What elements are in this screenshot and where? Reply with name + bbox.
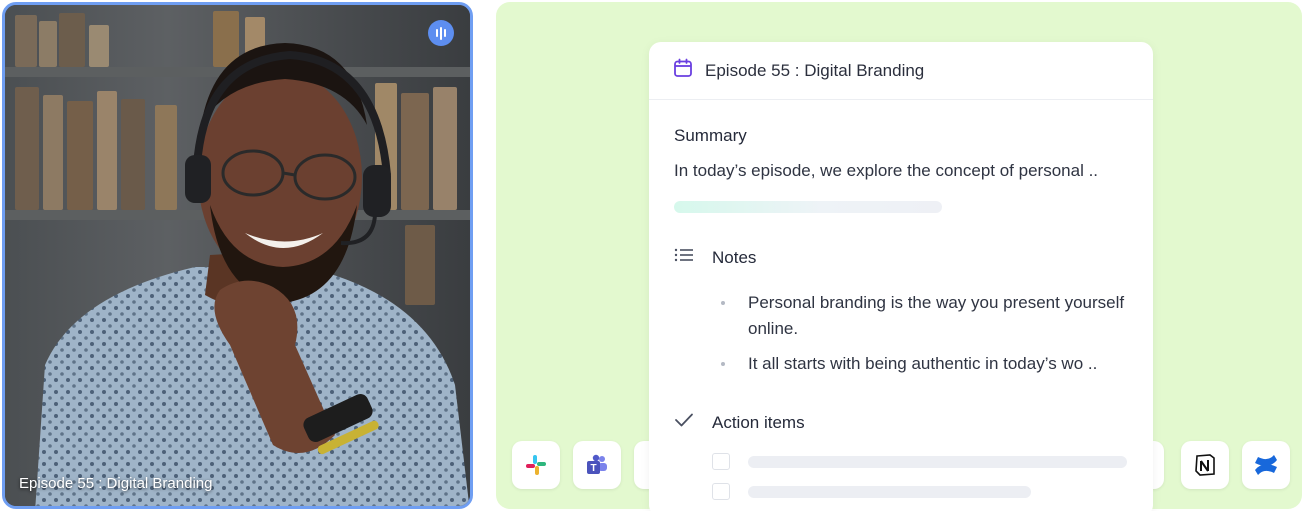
summary-text: In today’s episode, we explore the conce… <box>674 161 1099 180</box>
action-items-header: Action items <box>674 412 805 433</box>
card-header: Episode 55 : Digital Branding <box>649 42 1153 100</box>
note-item: It all starts with being authentic in to… <box>721 351 1131 377</box>
video-frame <box>5 5 470 506</box>
confluence-icon[interactable] <box>1242 441 1290 489</box>
notes-list: Personal branding is the way you present… <box>721 290 1131 386</box>
video-caption: Episode 55 : Digital Branding <box>19 475 213 492</box>
task-placeholder-bar <box>748 455 1127 468</box>
audio-wave-icon <box>428 20 454 46</box>
checkmark-icon <box>674 412 694 433</box>
list-icon <box>674 247 694 268</box>
slack-icon[interactable] <box>512 441 560 489</box>
notes-section-header: Notes <box>674 247 756 268</box>
microsoft-teams-icon[interactable]: T <box>573 441 621 489</box>
episode-notes-card: Episode 55 : Digital Branding Summary In… <box>649 42 1153 511</box>
action-item-row <box>712 483 1031 500</box>
svg-text:T: T <box>590 463 596 474</box>
notes-heading: Notes <box>712 247 757 267</box>
summary-heading: Summary <box>674 126 747 145</box>
summary-loading-bar <box>674 201 942 213</box>
calendar-icon <box>673 58 693 83</box>
card-title: Episode 55 : Digital Branding <box>705 60 925 80</box>
action-item-row <box>712 453 1127 470</box>
task-checkbox[interactable] <box>712 483 730 500</box>
video-tile[interactable]: Episode 55 : Digital Branding <box>2 2 473 509</box>
task-checkbox[interactable] <box>712 453 730 470</box>
note-item: Personal branding is the way you present… <box>721 290 1131 342</box>
notion-icon[interactable] <box>1181 441 1229 489</box>
action-items-heading: Action items <box>712 412 805 432</box>
task-placeholder-bar <box>748 485 1031 498</box>
